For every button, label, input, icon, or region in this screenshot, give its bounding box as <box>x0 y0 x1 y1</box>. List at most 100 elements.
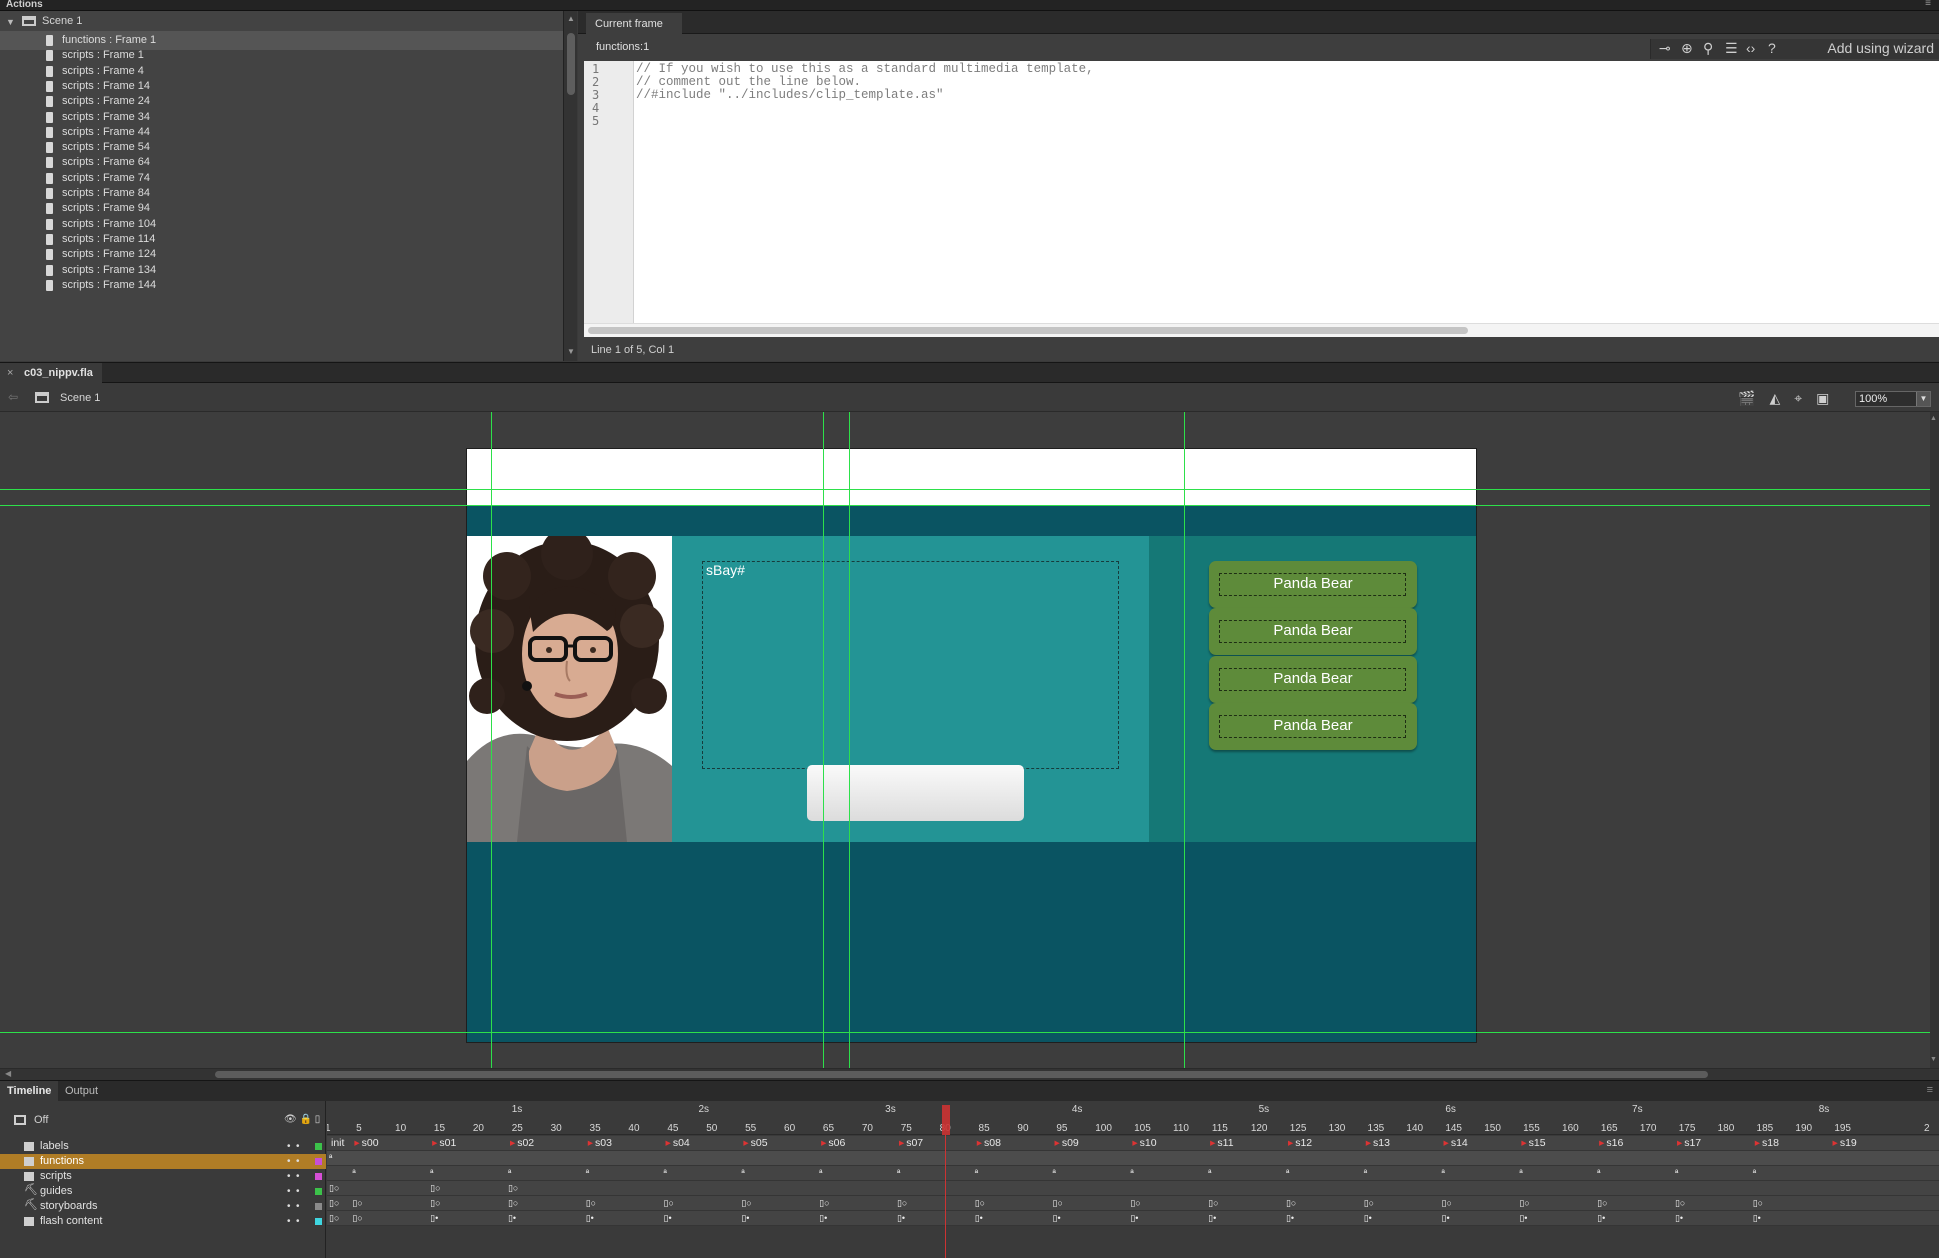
expand-triangle-icon[interactable]: ▼ <box>6 12 15 32</box>
guide-line[interactable] <box>823 412 824 1068</box>
tab-timeline[interactable]: Timeline <box>0 1081 59 1102</box>
frame-label[interactable]: ▸ s11 <box>1210 1137 1233 1149</box>
keyframe-icon[interactable]: ▯• <box>430 1214 438 1223</box>
guide-line[interactable] <box>1184 412 1185 1068</box>
keyframe-action-icon[interactable]: ª <box>430 1169 433 1178</box>
code-scroll-thumb[interactable] <box>588 327 1468 334</box>
keyframe-icon[interactable]: ▯• <box>897 1214 905 1223</box>
layer-outline-color[interactable] <box>315 1173 322 1180</box>
frame-label[interactable]: ▸ s12 <box>1288 1137 1312 1149</box>
keyframe-action-icon[interactable]: ª <box>1597 1169 1600 1178</box>
keyframe-icon[interactable]: ▯• <box>586 1214 594 1223</box>
keyframe-action-icon[interactable]: ª <box>664 1169 667 1178</box>
back-arrow-icon[interactable]: ⇦ <box>8 390 18 404</box>
guide-line[interactable] <box>849 412 850 1068</box>
keyframe-icon[interactable]: ▯• <box>1208 1214 1216 1223</box>
keyframe-icon[interactable]: ▯○ <box>1208 1199 1218 1208</box>
guide-line[interactable] <box>0 489 1930 490</box>
lock-icon[interactable]: 🔒 <box>299 1114 311 1125</box>
keyframe-action-icon[interactable]: ª <box>1675 1169 1678 1178</box>
keyframe-icon[interactable]: ▯• <box>664 1214 672 1223</box>
keyframe-icon[interactable]: ▯• <box>741 1214 749 1223</box>
timeline-ruler[interactable]: 1s 2s 3s 4s 5s 6s 7s 8s 1 5 10 15 20 25 30 35 40 45 50 55 60… <box>327 1101 1939 1135</box>
guide-line[interactable] <box>0 1032 1930 1033</box>
keyframe-action-icon[interactable]: ª <box>741 1169 744 1178</box>
frame-row[interactable]: ▯○ ▯○ ▯○ ▯○ ▯○ ▯○ ▯○ ▯○ ▯○ ▯○ ▯○ ▯○ ▯○ ▯○ ▯○ ▯○ ▯○ ▯○ ▯○ ▯○ <box>327 1196 1939 1211</box>
layer-storyboards[interactable]: ⛏ storyboards • • <box>0 1199 326 1214</box>
keyframe-icon[interactable]: ▯○ <box>508 1199 518 1208</box>
keyframe-action-icon[interactable]: ª <box>1053 1169 1056 1178</box>
keyframe-icon[interactable]: ▯• <box>1519 1214 1527 1223</box>
layer-depth-toggle[interactable]: Off <box>14 1114 48 1126</box>
panda-bear-button-1[interactable]: Panda Bear <box>1209 561 1417 608</box>
code-snippets-icon[interactable]: ☰ <box>1725 40 1738 57</box>
tab-output[interactable]: Output <box>58 1081 105 1102</box>
keyframe-icon[interactable]: ▯• <box>975 1214 983 1223</box>
code-line[interactable]: //#include "../includes/clip_template.as… <box>636 88 944 102</box>
panel-menu-icon[interactable]: ≡ <box>1927 1084 1933 1096</box>
keyframe-action-icon[interactable]: ª <box>1130 1169 1133 1178</box>
keyframe-icon[interactable]: ▯○ <box>1519 1199 1529 1208</box>
frame-label[interactable]: ▸ s18 <box>1755 1137 1779 1149</box>
dynamic-text-field[interactable]: sBay# <box>702 561 1119 769</box>
keyframe-icon[interactable]: ▯○ <box>329 1184 339 1193</box>
frame-label[interactable]: ▸ s07 <box>899 1137 923 1149</box>
document-tab[interactable]: × c03_nippv.fla <box>0 363 102 384</box>
code-line[interactable]: // If you wish to use this as a standard… <box>636 62 1094 76</box>
keyframe-icon[interactable]: ▯○ <box>664 1199 674 1208</box>
frame-label[interactable]: ▸ s09 <box>1055 1137 1079 1149</box>
layer-outline-color[interactable] <box>315 1188 322 1195</box>
keyframe-icon[interactable]: ▯○ <box>1597 1199 1607 1208</box>
keyframe-icon[interactable]: ▯• <box>1597 1214 1605 1223</box>
frame-row[interactable]: init ▸ s00 ▸ s01 ▸ s02 ▸ s03 ▸ s04 ▸ s05 ▸ s06 ▸ s07 ▸ s08… <box>327 1136 1939 1151</box>
frame-label[interactable]: ▸ s08 <box>977 1137 1001 1149</box>
code-hint-icon[interactable]: ‹› <box>1746 40 1755 56</box>
layer-outline-color[interactable] <box>315 1158 322 1165</box>
keyframe-icon[interactable]: ▯• <box>1675 1214 1683 1223</box>
layer-functions[interactable]: functions • • <box>0 1154 326 1169</box>
keyframe-action-icon[interactable]: ª <box>1208 1169 1211 1178</box>
keyframe-icon[interactable]: ▯○ <box>329 1199 339 1208</box>
panda-bear-button-4[interactable]: Panda Bear <box>1209 703 1417 750</box>
keyframe-action-icon[interactable]: ª <box>1364 1169 1367 1178</box>
keyframe-icon[interactable]: ▯○ <box>1442 1199 1452 1208</box>
insert-target-path-icon[interactable]: ⊕ <box>1681 40 1693 57</box>
panda-bear-button-2[interactable]: Panda Bear <box>1209 608 1417 655</box>
guide-line[interactable] <box>491 412 492 1068</box>
keyframe-icon[interactable]: ▯○ <box>897 1199 907 1208</box>
frame-label[interactable]: ▸ s13 <box>1366 1137 1390 1149</box>
frame-label[interactable]: ▸ s05 <box>743 1137 767 1149</box>
scroll-thumb[interactable] <box>567 33 575 95</box>
layer-visibility-lock[interactable]: • • <box>287 1154 300 1169</box>
edit-symbol-icon[interactable]: ◭ <box>1769 390 1780 406</box>
scroll-up-arrow-icon[interactable]: ▲ <box>567 14 575 23</box>
layer-outline-color[interactable] <box>315 1143 322 1150</box>
layer-visibility-lock[interactable]: • • <box>287 1214 300 1229</box>
frame-row[interactable]: ▯○ ▯○ ▯• ▯• ▯• ▯• ▯• ▯• ▯• ▯• ▯• ▯• ▯• ▯• ▯• ▯• ▯• ▯• ▯• ▯• <box>327 1211 1939 1226</box>
frame-row[interactable]: ª <box>327 1151 1939 1166</box>
keyframe-icon[interactable]: ▯○ <box>508 1184 518 1193</box>
keyframe-action-icon[interactable]: ª <box>1286 1169 1289 1178</box>
portrait-photo[interactable] <box>467 536 672 842</box>
keyframe-action-icon[interactable]: ª <box>975 1169 978 1178</box>
frame-label[interactable]: ▸ s01 <box>432 1137 456 1149</box>
keyframe-icon[interactable]: ▯○ <box>352 1199 362 1208</box>
eye-icon[interactable]: 👁 <box>284 1114 297 1125</box>
frame-label[interactable]: ▸ s15 <box>1521 1137 1545 1149</box>
keyframe-icon[interactable]: ▯○ <box>1675 1199 1685 1208</box>
blank-button[interactable] <box>807 765 1024 821</box>
keyframe-action-icon[interactable]: ª <box>329 1154 332 1163</box>
layer-scripts[interactable]: scripts • • <box>0 1169 326 1184</box>
edit-scene-icon[interactable]: 🎬 <box>1738 390 1755 406</box>
frame-label[interactable]: ▸ s10 <box>1132 1137 1156 1149</box>
keyframe-action-icon[interactable]: ª <box>352 1169 355 1178</box>
stage-vertical-scrollbar[interactable]: ▲ ▼ <box>1930 412 1939 1068</box>
layer-visibility-lock[interactable]: • • <box>287 1184 300 1199</box>
keyframe-icon[interactable]: ▯• <box>1130 1214 1138 1223</box>
frame-row[interactable]: ªªªªªªªªªªªªªªªªªªª <box>327 1166 1939 1181</box>
scroll-down-arrow-icon[interactable]: ▼ <box>567 347 575 356</box>
panel-menu-icon[interactable]: ≡ <box>1925 0 1931 9</box>
layer-guides[interactable]: ⛏ guides • • <box>0 1184 326 1199</box>
frame-label[interactable]: ▸ s17 <box>1677 1137 1701 1149</box>
scene-breadcrumb[interactable]: Scene 1 <box>60 392 100 404</box>
